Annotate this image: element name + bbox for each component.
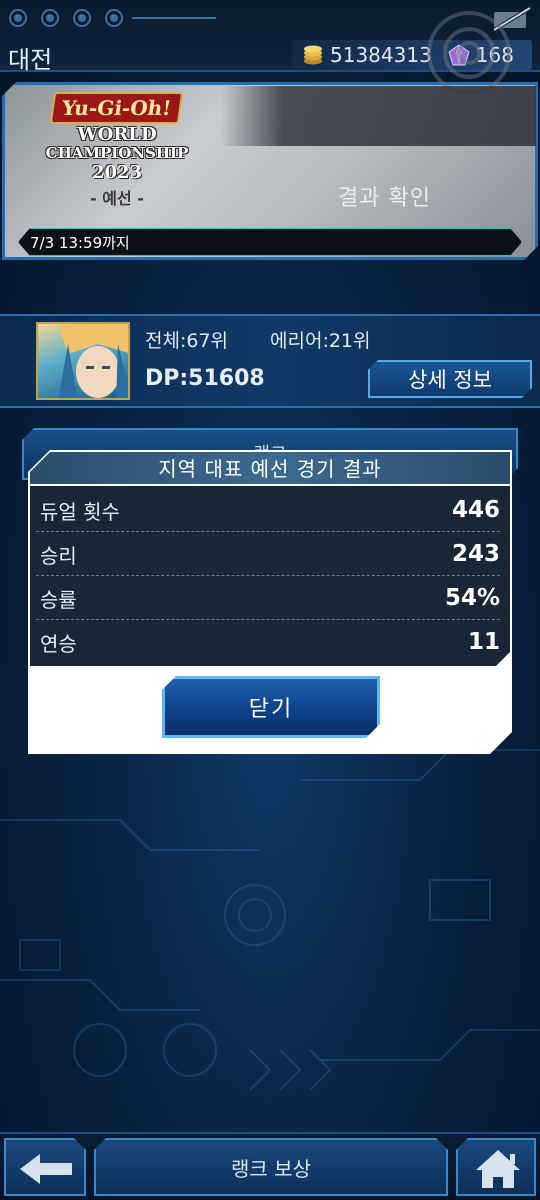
home-icon <box>476 1150 520 1188</box>
stat-row-win-rate: 승률 54% <box>40 576 500 620</box>
banner-shade <box>220 86 536 146</box>
championship-logo: Yu-Gi-Oh! WORLD CHAMPIONSHIP 2023 - 예선 - <box>22 92 212 209</box>
page-title: 대전 <box>8 46 53 74</box>
stat-row-win-streak: 연승 11 <box>40 620 500 664</box>
rank-reward-button[interactable]: 랭크 보상 <box>94 1138 448 1196</box>
close-button[interactable]: 닫기 <box>162 676 380 738</box>
yugioh-logo: Yu-Gi-Oh! <box>50 92 184 124</box>
back-button[interactable] <box>4 1138 86 1196</box>
stat-label: 듀얼 횟수 <box>40 499 120 524</box>
logo-subtitle: - 예선 - <box>90 189 144 208</box>
area-rank: 에리어:21위 <box>270 330 371 352</box>
stat-label: 승률 <box>40 587 77 612</box>
gold-coin-icon <box>304 45 322 65</box>
logo-year: 2023 <box>91 162 143 183</box>
dp-value: DP:51608 <box>145 366 265 391</box>
stat-value: 446 <box>451 497 500 523</box>
stat-row-duel-count: 듀얼 횟수 446 <box>40 488 500 532</box>
modal-title: 지역 대표 예선 경기 결과 <box>158 457 382 481</box>
stat-value: 11 <box>467 629 500 655</box>
player-avatar <box>36 322 130 400</box>
back-arrow-icon <box>6 1140 88 1198</box>
logo-championship: CHAMPIONSHIP <box>45 144 189 162</box>
home-button[interactable] <box>456 1138 536 1196</box>
overall-rank: 전체:67위 <box>145 330 229 352</box>
header-decoration <box>9 9 216 27</box>
stat-label: 연승 <box>40 631 77 656</box>
avatar-portrait-icon <box>58 324 128 398</box>
stat-value: 243 <box>451 541 500 567</box>
stat-value: 54% <box>444 585 500 611</box>
detail-info-button[interactable]: 상세 정보 <box>368 360 532 398</box>
logo-world: WORLD <box>77 124 157 145</box>
result-check-label[interactable]: 결과 확인 <box>338 180 431 212</box>
deadline-text: 7/3 13:59까지 <box>30 234 130 252</box>
stat-row-wins: 승리 243 <box>40 532 500 576</box>
stat-label: 승리 <box>40 543 77 568</box>
